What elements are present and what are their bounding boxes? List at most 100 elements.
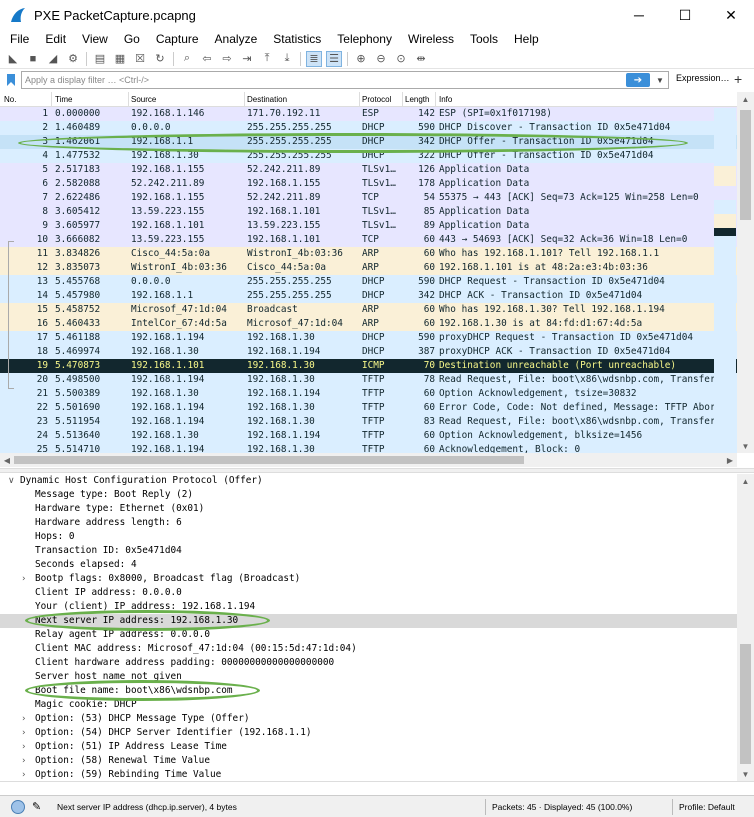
- normal-size-icon[interactable]: ⊙: [393, 51, 409, 67]
- table-row[interactable]: 21 5.500389 192.168.1.30 192.168.1.194 TFTP 6…: [0, 387, 737, 401]
- expression-button[interactable]: Expression…: [676, 73, 730, 83]
- details-scrollbar[interactable]: ▲ ▼: [737, 474, 754, 781]
- bookmark-icon[interactable]: [3, 71, 19, 89]
- table-row[interactable]: 25 5.514710 192.168.1.194 192.168.1.30 TFTP 6…: [0, 443, 737, 453]
- table-row[interactable]: 20 5.498500 192.168.1.194 192.168.1.30 TFTP 7…: [0, 373, 737, 387]
- zoom-out-icon[interactable]: ⊖: [373, 51, 389, 67]
- save-file-icon[interactable]: ▦: [112, 51, 128, 67]
- detail-tree-item[interactable]: › Option: (54) DHCP Server Identifier (19…: [0, 726, 737, 740]
- stop-icon[interactable]: ■: [25, 51, 41, 67]
- chevron-right-icon[interactable]: ›: [22, 754, 26, 768]
- open-folder-icon[interactable]: ▤: [92, 51, 108, 67]
- menu-help[interactable]: Help: [506, 30, 547, 49]
- menu-analyze[interactable]: Analyze: [207, 30, 266, 49]
- detail-tree-item[interactable]: Client MAC address: Microsof_47:1d:04 (0…: [0, 642, 737, 656]
- status-profile[interactable]: Profile: Default: [679, 802, 735, 812]
- menu-statistics[interactable]: Statistics: [265, 30, 329, 49]
- menu-file[interactable]: File: [2, 30, 37, 49]
- detail-tree-item[interactable]: Transaction ID: 0x5e471d04: [0, 544, 737, 558]
- table-row[interactable]: 16 5.460433 IntelCor_67:4d:5a Microsof_47:1…: [0, 317, 737, 331]
- table-row[interactable]: 5 2.517183 192.168.1.155 52.242.211.89 TLSv1…: [0, 163, 737, 177]
- edit-comment-icon[interactable]: ✎: [32, 800, 41, 813]
- go-back-icon[interactable]: ⇦: [199, 51, 215, 67]
- chevron-down-icon[interactable]: ∨: [8, 474, 15, 488]
- menu-capture[interactable]: Capture: [148, 30, 207, 49]
- go-forward-icon[interactable]: ⇨: [219, 51, 235, 67]
- menu-edit[interactable]: Edit: [37, 30, 74, 49]
- detail-tree-item[interactable]: Message type: Boot Reply (2): [0, 488, 737, 502]
- table-row[interactable]: 9 3.605977 192.168.1.101 13.59.223.155 TLSv1…: [0, 219, 737, 233]
- detail-tree-item[interactable]: ∨ Dynamic Host Configuration Protocol (Of…: [0, 474, 737, 488]
- menu-go[interactable]: Go: [116, 30, 148, 49]
- resize-columns-icon[interactable]: ⇹: [413, 51, 429, 67]
- scroll-down-icon[interactable]: ▼: [737, 439, 754, 453]
- detail-tree-item[interactable]: Hops: 0: [0, 530, 737, 544]
- colorize-icon[interactable]: ☰: [326, 50, 342, 67]
- go-first-icon[interactable]: ⤒: [259, 51, 275, 67]
- table-row[interactable]: 1 0.000000 192.168.1.146 171.70.192.11 ESP 14…: [0, 107, 737, 121]
- maximize-button[interactable]: ☐: [662, 0, 708, 30]
- find-icon[interactable]: ⌕: [179, 51, 195, 67]
- minimize-button[interactable]: ─: [616, 0, 662, 30]
- chevron-right-icon[interactable]: ›: [22, 712, 26, 726]
- chevron-right-icon[interactable]: ›: [22, 768, 26, 781]
- apply-filter-arrow-icon[interactable]: ➔: [626, 73, 650, 87]
- menu-tools[interactable]: Tools: [462, 30, 506, 49]
- table-row[interactable]: 10 3.666082 13.59.223.155 192.168.1.101 TCP 6…: [0, 233, 737, 247]
- detail-tree-item[interactable]: Relay agent IP address: 0.0.0.0: [0, 628, 737, 642]
- packet-minimap[interactable]: [714, 108, 736, 452]
- scroll-thumb[interactable]: [740, 644, 751, 764]
- detail-tree-item[interactable]: › Option: (53) DHCP Message Type (Offer): [0, 712, 737, 726]
- go-to-packet-icon[interactable]: ⇥: [239, 51, 255, 67]
- column-header-info[interactable]: Info: [439, 95, 452, 104]
- options-gear-icon[interactable]: ⚙: [65, 51, 81, 67]
- chevron-right-icon[interactable]: ›: [22, 572, 26, 586]
- table-row[interactable]: 23 5.511954 192.168.1.194 192.168.1.30 TFTP 8…: [0, 415, 737, 429]
- scroll-right-icon[interactable]: ▶: [723, 453, 737, 467]
- display-filter-input[interactable]: Apply a display filter … <Ctrl-/>: [21, 71, 669, 89]
- menu-wireless[interactable]: Wireless: [400, 30, 462, 49]
- chevron-right-icon[interactable]: ›: [22, 726, 26, 740]
- table-row[interactable]: 18 5.469974 192.168.1.30 192.168.1.194 DHCP 3…: [0, 345, 737, 359]
- scroll-thumb[interactable]: [740, 110, 751, 220]
- restart-icon[interactable]: ◢: [45, 51, 61, 67]
- table-row[interactable]: 19 5.470873 192.168.1.101 192.168.1.30 ICMP 7…: [0, 359, 737, 373]
- table-row[interactable]: 3 1.462061 192.168.1.1 255.255.255.255 DHCP 3…: [0, 135, 737, 149]
- packet-list-scrollbar[interactable]: ▲ ▼: [737, 92, 754, 453]
- detail-tree-item[interactable]: Boot file name: boot\x86\wdsnbp.com: [0, 684, 737, 698]
- filter-history-chevron-down-icon[interactable]: ▼: [654, 73, 666, 87]
- detail-tree-item[interactable]: Next server IP address: 192.168.1.30: [0, 614, 737, 628]
- table-row[interactable]: 12 3.835073 WistronI_4b:03:36 Cisco_44:5a:0…: [0, 261, 737, 275]
- detail-tree-item[interactable]: Seconds elapsed: 4: [0, 558, 737, 572]
- table-row[interactable]: 15 5.458752 Microsof_47:1d:04 Broadcast ARP 6…: [0, 303, 737, 317]
- pane-splitter[interactable]: [0, 468, 754, 473]
- detail-tree-item[interactable]: Client IP address: 0.0.0.0: [0, 586, 737, 600]
- table-row[interactable]: 6 2.582088 52.242.211.89 192.168.1.155 TLSv1…: [0, 177, 737, 191]
- detail-tree-item[interactable]: › Option: (59) Rebinding Time Value: [0, 768, 737, 781]
- detail-tree-item[interactable]: Magic cookie: DHCP: [0, 698, 737, 712]
- table-row[interactable]: 7 2.622486 192.168.1.155 52.242.211.89 TCP 54…: [0, 191, 737, 205]
- table-row[interactable]: 4 1.477532 192.168.1.30 255.255.255.255 DHCP…: [0, 149, 737, 163]
- menu-view[interactable]: View: [74, 30, 116, 49]
- scroll-up-icon[interactable]: ▲: [737, 92, 754, 106]
- hscroll-thumb[interactable]: [14, 456, 524, 464]
- detail-tree-item[interactable]: › Option: (51) IP Address Lease Time: [0, 740, 737, 754]
- detail-tree-item[interactable]: Hardware type: Ethernet (0x01): [0, 502, 737, 516]
- column-header-destination[interactable]: Destination: [247, 95, 287, 104]
- table-row[interactable]: 14 5.457980 192.168.1.1 255.255.255.255 DHCP…: [0, 289, 737, 303]
- detail-tree-item[interactable]: › Option: (58) Renewal Time Value: [0, 754, 737, 768]
- scroll-left-icon[interactable]: ◀: [0, 453, 14, 467]
- table-row[interactable]: 8 3.605412 13.59.223.155 192.168.1.101 TLSv1…: [0, 205, 737, 219]
- column-header-length[interactable]: Length: [405, 95, 429, 104]
- zoom-in-icon[interactable]: ⊕: [353, 51, 369, 67]
- column-header-protocol[interactable]: Protocol: [362, 95, 391, 104]
- table-row[interactable]: 11 3.834826 Cisco_44:5a:0a WistronI_4b:03:3…: [0, 247, 737, 261]
- packet-list-hscrollbar[interactable]: ◀ ▶: [0, 453, 737, 467]
- table-row[interactable]: 13 5.455768 0.0.0.0 255.255.255.255 DHCP 590 D…: [0, 275, 737, 289]
- detail-tree-item[interactable]: Your (client) IP address: 192.168.1.194: [0, 600, 737, 614]
- column-header-time[interactable]: Time: [55, 95, 72, 104]
- autoscroll-icon[interactable]: ≣: [306, 50, 322, 67]
- table-row[interactable]: 17 5.461188 192.168.1.194 192.168.1.30 DHCP 5…: [0, 331, 737, 345]
- detail-tree-item[interactable]: Hardware address length: 6: [0, 516, 737, 530]
- chevron-right-icon[interactable]: ›: [22, 740, 26, 754]
